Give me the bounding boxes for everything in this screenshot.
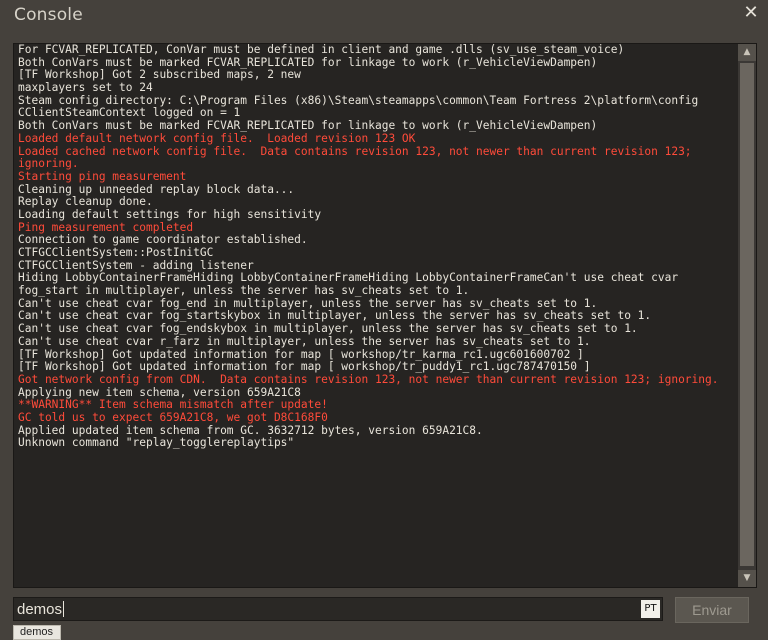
- vertical-scrollbar[interactable]: ▲ ▼: [738, 44, 756, 587]
- log-line: Got network config from CDN. Data contai…: [18, 372, 719, 386]
- log-line: GC told us to expect 659A21C8, we got D8…: [18, 410, 328, 424]
- log-line: maxplayers set to 24: [18, 81, 153, 95]
- command-input[interactable]: [16, 599, 641, 619]
- log-line: Loaded cached network config file. Data …: [18, 144, 692, 158]
- autocomplete-item[interactable]: demos: [20, 626, 53, 639]
- autocomplete-dropdown: demos: [13, 625, 61, 640]
- log-line: [TF Workshop] Got updated information fo…: [18, 360, 591, 374]
- title-bar[interactable]: Console ✕: [0, 0, 768, 34]
- log-line: For FCVAR_REPLICATED, ConVar must be def…: [18, 44, 625, 56]
- scrollbar-thumb[interactable]: [740, 63, 754, 566]
- log-line: Can't use cheat cvar r_farz in multiplay…: [18, 334, 591, 348]
- log-line: ignoring.: [18, 157, 79, 171]
- console-log: For FCVAR_REPLICATED, ConVar must be def…: [18, 44, 736, 587]
- send-button[interactable]: Enviar: [675, 597, 749, 623]
- console-window: Console ✕ For FCVAR_REPLICATED, ConVar m…: [0, 0, 768, 640]
- log-line: Starting ping measurement: [18, 169, 187, 183]
- input-language-badge: PT: [641, 600, 660, 618]
- text-caret: [63, 601, 64, 617]
- log-line: Can't use cheat cvar fog_endskybox in mu…: [18, 322, 638, 336]
- log-line: Both ConVars must be marked FCVAR_REPLIC…: [18, 119, 598, 133]
- log-line: CTFGCClientSystem::PostInitGC: [18, 246, 214, 259]
- log-line: Unknown command "replay_togglereplaytips…: [18, 436, 295, 450]
- log-line: fog_start in multiplayer, unless the ser…: [18, 284, 470, 298]
- log-line: Loaded default network config file. Load…: [18, 131, 416, 145]
- command-input-box[interactable]: PT: [13, 597, 663, 621]
- close-icon[interactable]: ✕: [740, 2, 762, 24]
- log-line: Loading default settings for high sensit…: [18, 207, 322, 221]
- console-output-panel[interactable]: For FCVAR_REPLICATED, ConVar must be def…: [13, 43, 757, 588]
- window-title: Console: [14, 5, 83, 25]
- chevron-down-icon[interactable]: ▼: [738, 570, 756, 587]
- chevron-up-icon[interactable]: ▲: [738, 44, 756, 61]
